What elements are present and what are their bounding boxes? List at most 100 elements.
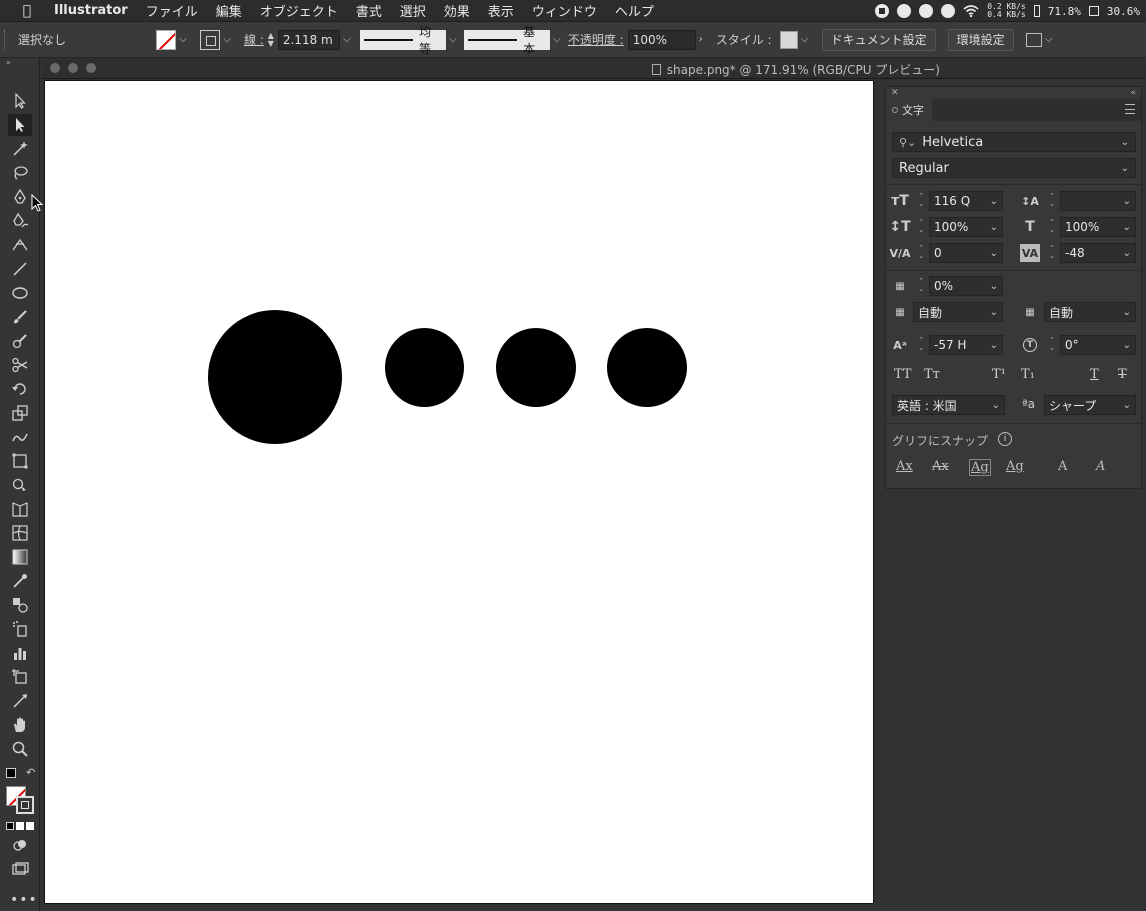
rotation-stepper[interactable]: ⌃ ⌄ (1047, 336, 1057, 354)
wifi-icon[interactable] (963, 4, 979, 18)
large-circle-shape[interactable] (208, 310, 342, 444)
document-setup-button[interactable]: ドキュメント設定 (821, 28, 936, 51)
shaper-tool-icon[interactable] (8, 330, 32, 352)
font-style-select[interactable]: Regular ⌄ (892, 158, 1136, 178)
menu-view[interactable]: 表示 (488, 1, 514, 20)
menu-object[interactable]: オブジェクト (260, 1, 338, 20)
none-mode-icon[interactable] (26, 822, 34, 830)
fill-swatch[interactable] (156, 29, 176, 50)
font-family-dropdown-icon[interactable]: ⌄ (1121, 137, 1129, 148)
gradient-tool-icon[interactable] (8, 546, 32, 568)
stroke-weight-dropdown-icon[interactable]: ⌵ (340, 34, 354, 45)
menu-effect[interactable]: 効果 (444, 1, 470, 20)
brush-dropdown-icon[interactable]: ⌵ (550, 34, 564, 45)
superscript-button[interactable]: T¹ (992, 367, 1006, 382)
stroke-weight-input[interactable]: 2.118 m (277, 29, 340, 50)
vertical-scale-input[interactable]: 100% ⌄ (929, 217, 1003, 237)
horizontal-scale-input[interactable]: 100% ⌄ (1060, 217, 1136, 237)
snap-baseline-button[interactable]: Ax (896, 459, 913, 474)
opacity-expand-icon[interactable]: › (696, 34, 706, 45)
stroke-label[interactable]: 線 : (244, 31, 264, 48)
strikethrough-button[interactable]: T (1118, 367, 1127, 382)
preferences-button[interactable]: 環境設定 (947, 28, 1014, 51)
free-transform-tool-icon[interactable] (8, 450, 32, 472)
opacity-label[interactable]: 不透明度 : (568, 31, 624, 48)
font-search-icon[interactable]: ⚲⌄ (899, 136, 916, 149)
arrange-dropdown-icon[interactable]: ⌵ (1042, 34, 1056, 45)
menu-help[interactable]: ヘルプ (615, 1, 654, 20)
font-style-dropdown-icon[interactable]: ⌄ (1121, 163, 1129, 174)
antialias-select[interactable]: シャープ ⌄ (1044, 395, 1136, 415)
scissors-tool-icon[interactable] (8, 354, 32, 376)
zoom-tool-icon[interactable] (8, 738, 32, 760)
snap-x-height-button[interactable]: Ax (932, 459, 949, 474)
fill-dropdown-icon[interactable]: ⌵ (176, 34, 190, 45)
tab-character[interactable]: 文字 (886, 99, 932, 121)
selection-tool-icon[interactable] (8, 90, 32, 112)
tsume-stepper[interactable]: ⌃ ⌄ (916, 277, 926, 295)
direct-selection-tool-icon[interactable] (8, 114, 32, 136)
info-icon[interactable]: i (998, 432, 1012, 446)
underline-button[interactable]: T (1090, 367, 1099, 382)
stroke-color-box[interactable] (16, 796, 34, 814)
character-rotation-input[interactable]: 0° ⌄ (1060, 335, 1136, 355)
profile-dropdown-icon[interactable]: ⌵ (446, 34, 460, 45)
perspective-grid-tool-icon[interactable] (8, 498, 32, 520)
all-caps-button[interactable]: TT (894, 367, 912, 382)
snap-proximity-guides-button[interactable]: Ag (1006, 459, 1024, 474)
leading-stepper[interactable]: ⌃ ⌄ (1047, 192, 1057, 210)
creative-cloud-icon[interactable] (919, 4, 934, 18)
blend-tool-icon[interactable] (8, 594, 32, 616)
circle-shape-4[interactable] (607, 328, 687, 407)
menu-type[interactable]: 書式 (356, 1, 382, 20)
kerning-stepper[interactable]: ⌃ ⌄ (916, 244, 926, 262)
draw-mode-icon[interactable] (8, 834, 32, 856)
rotate-tool-icon[interactable] (8, 378, 32, 400)
default-fill-stroke-icon[interactable] (6, 768, 16, 778)
arrange-documents-icon[interactable] (1025, 32, 1042, 47)
artboard[interactable] (44, 80, 874, 904)
color-mode-buttons[interactable] (6, 822, 34, 830)
menu-window[interactable]: ウィンドウ (532, 1, 597, 20)
snap-glyph-bounds-button[interactable]: Ag (969, 459, 991, 476)
menu-file[interactable]: ファイル (146, 1, 198, 20)
column-graph-tool-icon[interactable] (8, 642, 32, 664)
language-select[interactable]: 英語 : 米国 ⌄ (892, 395, 1005, 415)
stop-icon[interactable] (875, 4, 890, 18)
tsume-input[interactable]: 0% ⌄ (929, 276, 1003, 296)
vertical-scale-stepper[interactable]: ⌃ ⌄ (916, 218, 926, 236)
circle-shape-2[interactable] (385, 328, 464, 407)
panel-collapse-icon[interactable]: « (1130, 87, 1136, 99)
subscript-button[interactable]: T₁ (1021, 367, 1035, 382)
stroke-swatch[interactable] (200, 29, 220, 50)
color-mode-icon[interactable] (6, 822, 14, 830)
edit-toolbar-icon[interactable]: ••• (10, 892, 38, 908)
snap-angular-guides-button[interactable]: A (1058, 459, 1067, 474)
aki-right-select[interactable]: 自動 ⌄ (1044, 302, 1136, 322)
tracking-input[interactable]: -48 ⌄ (1060, 243, 1136, 263)
screen-mode-icon[interactable] (8, 858, 32, 880)
style-dropdown-icon[interactable]: ⌵ (798, 34, 812, 45)
tracking-stepper[interactable]: ⌃ ⌄ (1047, 244, 1057, 262)
menu-select[interactable]: 選択 (400, 1, 426, 20)
eyedropper-tool-icon[interactable] (8, 570, 32, 592)
warp-tool-icon[interactable] (8, 426, 32, 448)
paintbrush-tool-icon[interactable] (8, 306, 32, 328)
baseline-shift-input[interactable]: -57 H ⌄ (929, 335, 1003, 355)
lasso-tool-icon[interactable] (8, 162, 32, 184)
curvature-tool-icon[interactable] (8, 210, 32, 232)
menu-edit[interactable]: 編集 (216, 1, 242, 20)
graphic-style-swatch[interactable] (779, 30, 798, 49)
slice-tool-icon[interactable] (8, 690, 32, 712)
app-menu[interactable]: Illustrator (54, 3, 128, 18)
symbol-sprayer-tool-icon[interactable] (8, 618, 32, 640)
pen-tool-icon[interactable] (8, 186, 32, 208)
brush-definition-select[interactable]: 基本 (463, 25, 550, 56)
line-app-icon[interactable] (897, 4, 912, 18)
variable-width-profile-select[interactable]: 均等 (359, 25, 446, 56)
hand-tool-icon[interactable] (8, 714, 32, 736)
ellipse-tool-icon[interactable] (8, 282, 32, 304)
mesh-tool-icon[interactable] (8, 522, 32, 544)
apple-icon[interactable]:  (0, 3, 54, 19)
artboard-tool-icon[interactable] (8, 666, 32, 688)
